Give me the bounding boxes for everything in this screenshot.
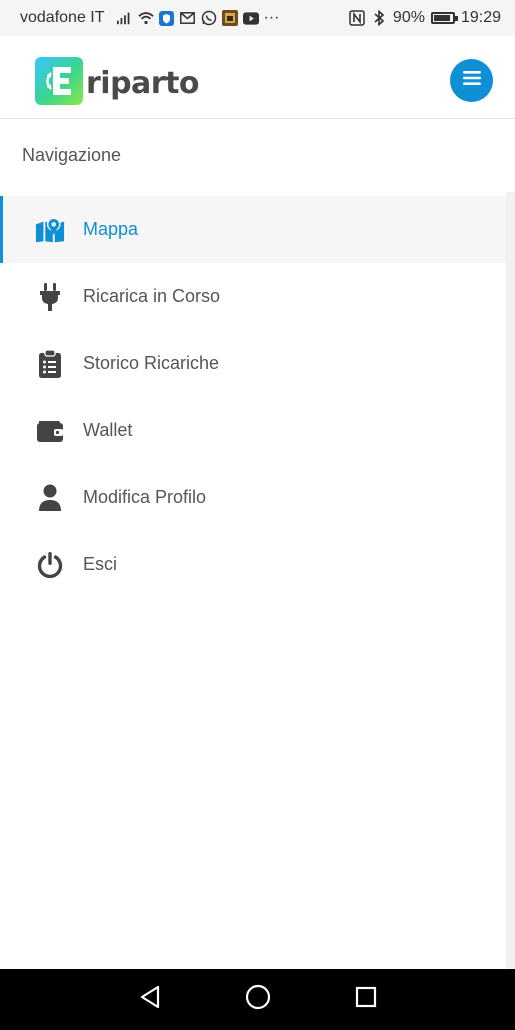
bluetooth-icon — [371, 10, 387, 26]
back-button[interactable] — [135, 985, 165, 1015]
power-icon — [35, 550, 65, 580]
clipboard-list-icon — [35, 348, 65, 379]
nav-item-label: Wallet — [83, 420, 133, 440]
battery-percent: 90% — [392, 9, 425, 26]
nav-item-esci[interactable]: Esci — [0, 531, 506, 598]
app-logo[interactable]: riparto — [35, 57, 200, 105]
nav-menu: Mappa Ricarica in Corso Storico Ricarich… — [0, 196, 506, 598]
carrier-name: vodafone IT — [20, 9, 105, 26]
logo-text: riparto — [86, 65, 200, 101]
nav-item-wallet[interactable]: Wallet — [0, 397, 506, 464]
home-circle-icon — [245, 984, 271, 1015]
recents-button[interactable] — [351, 985, 381, 1015]
back-triangle-icon — [139, 985, 161, 1014]
battery-icon — [430, 12, 458, 24]
scrollbar[interactable] — [506, 192, 515, 969]
wallet-icon — [35, 416, 65, 446]
app-thumbnail-icon — [221, 10, 238, 26]
youtube-icon — [242, 10, 259, 26]
system-nav-bar — [0, 969, 515, 1030]
vpn-shield-icon — [159, 10, 175, 26]
clock: 19:29 — [460, 9, 501, 26]
nav-item-mappa[interactable]: Mappa — [0, 196, 506, 263]
nfc-icon — [349, 10, 365, 26]
signal-icon — [116, 10, 133, 26]
nav-item-ricarica-in-corso[interactable]: Ricarica in Corso — [0, 263, 506, 330]
wifi-icon — [137, 10, 154, 26]
map-pin-icon — [35, 215, 65, 245]
plug-icon — [35, 282, 65, 312]
status-bar: vodafone IT ··· 90% 19:29 — [0, 0, 515, 36]
hamburger-icon — [462, 70, 481, 91]
menu-button[interactable] — [450, 59, 493, 102]
more-notifications: ··· — [263, 9, 280, 26]
user-icon — [35, 483, 65, 513]
recents-square-icon — [355, 986, 377, 1013]
whatsapp-icon — [201, 10, 217, 26]
nav-item-modifica-profilo[interactable]: Modifica Profilo — [0, 464, 506, 531]
nav-title: Navigazione — [22, 145, 122, 165]
app-header: riparto — [0, 36, 515, 119]
home-button[interactable] — [243, 984, 273, 1015]
nav-item-label: Mappa — [83, 219, 139, 239]
nav-item-storico-ricariche[interactable]: Storico Ricariche — [0, 330, 506, 397]
gmail-icon — [180, 10, 196, 26]
logo-e-plug-icon — [35, 57, 83, 105]
nav-item-label: Storico Ricariche — [83, 353, 220, 373]
nav-item-label: Ricarica in Corso — [83, 286, 221, 306]
nav-item-label: Esci — [83, 554, 118, 574]
nav-item-label: Modifica Profilo — [83, 487, 207, 507]
